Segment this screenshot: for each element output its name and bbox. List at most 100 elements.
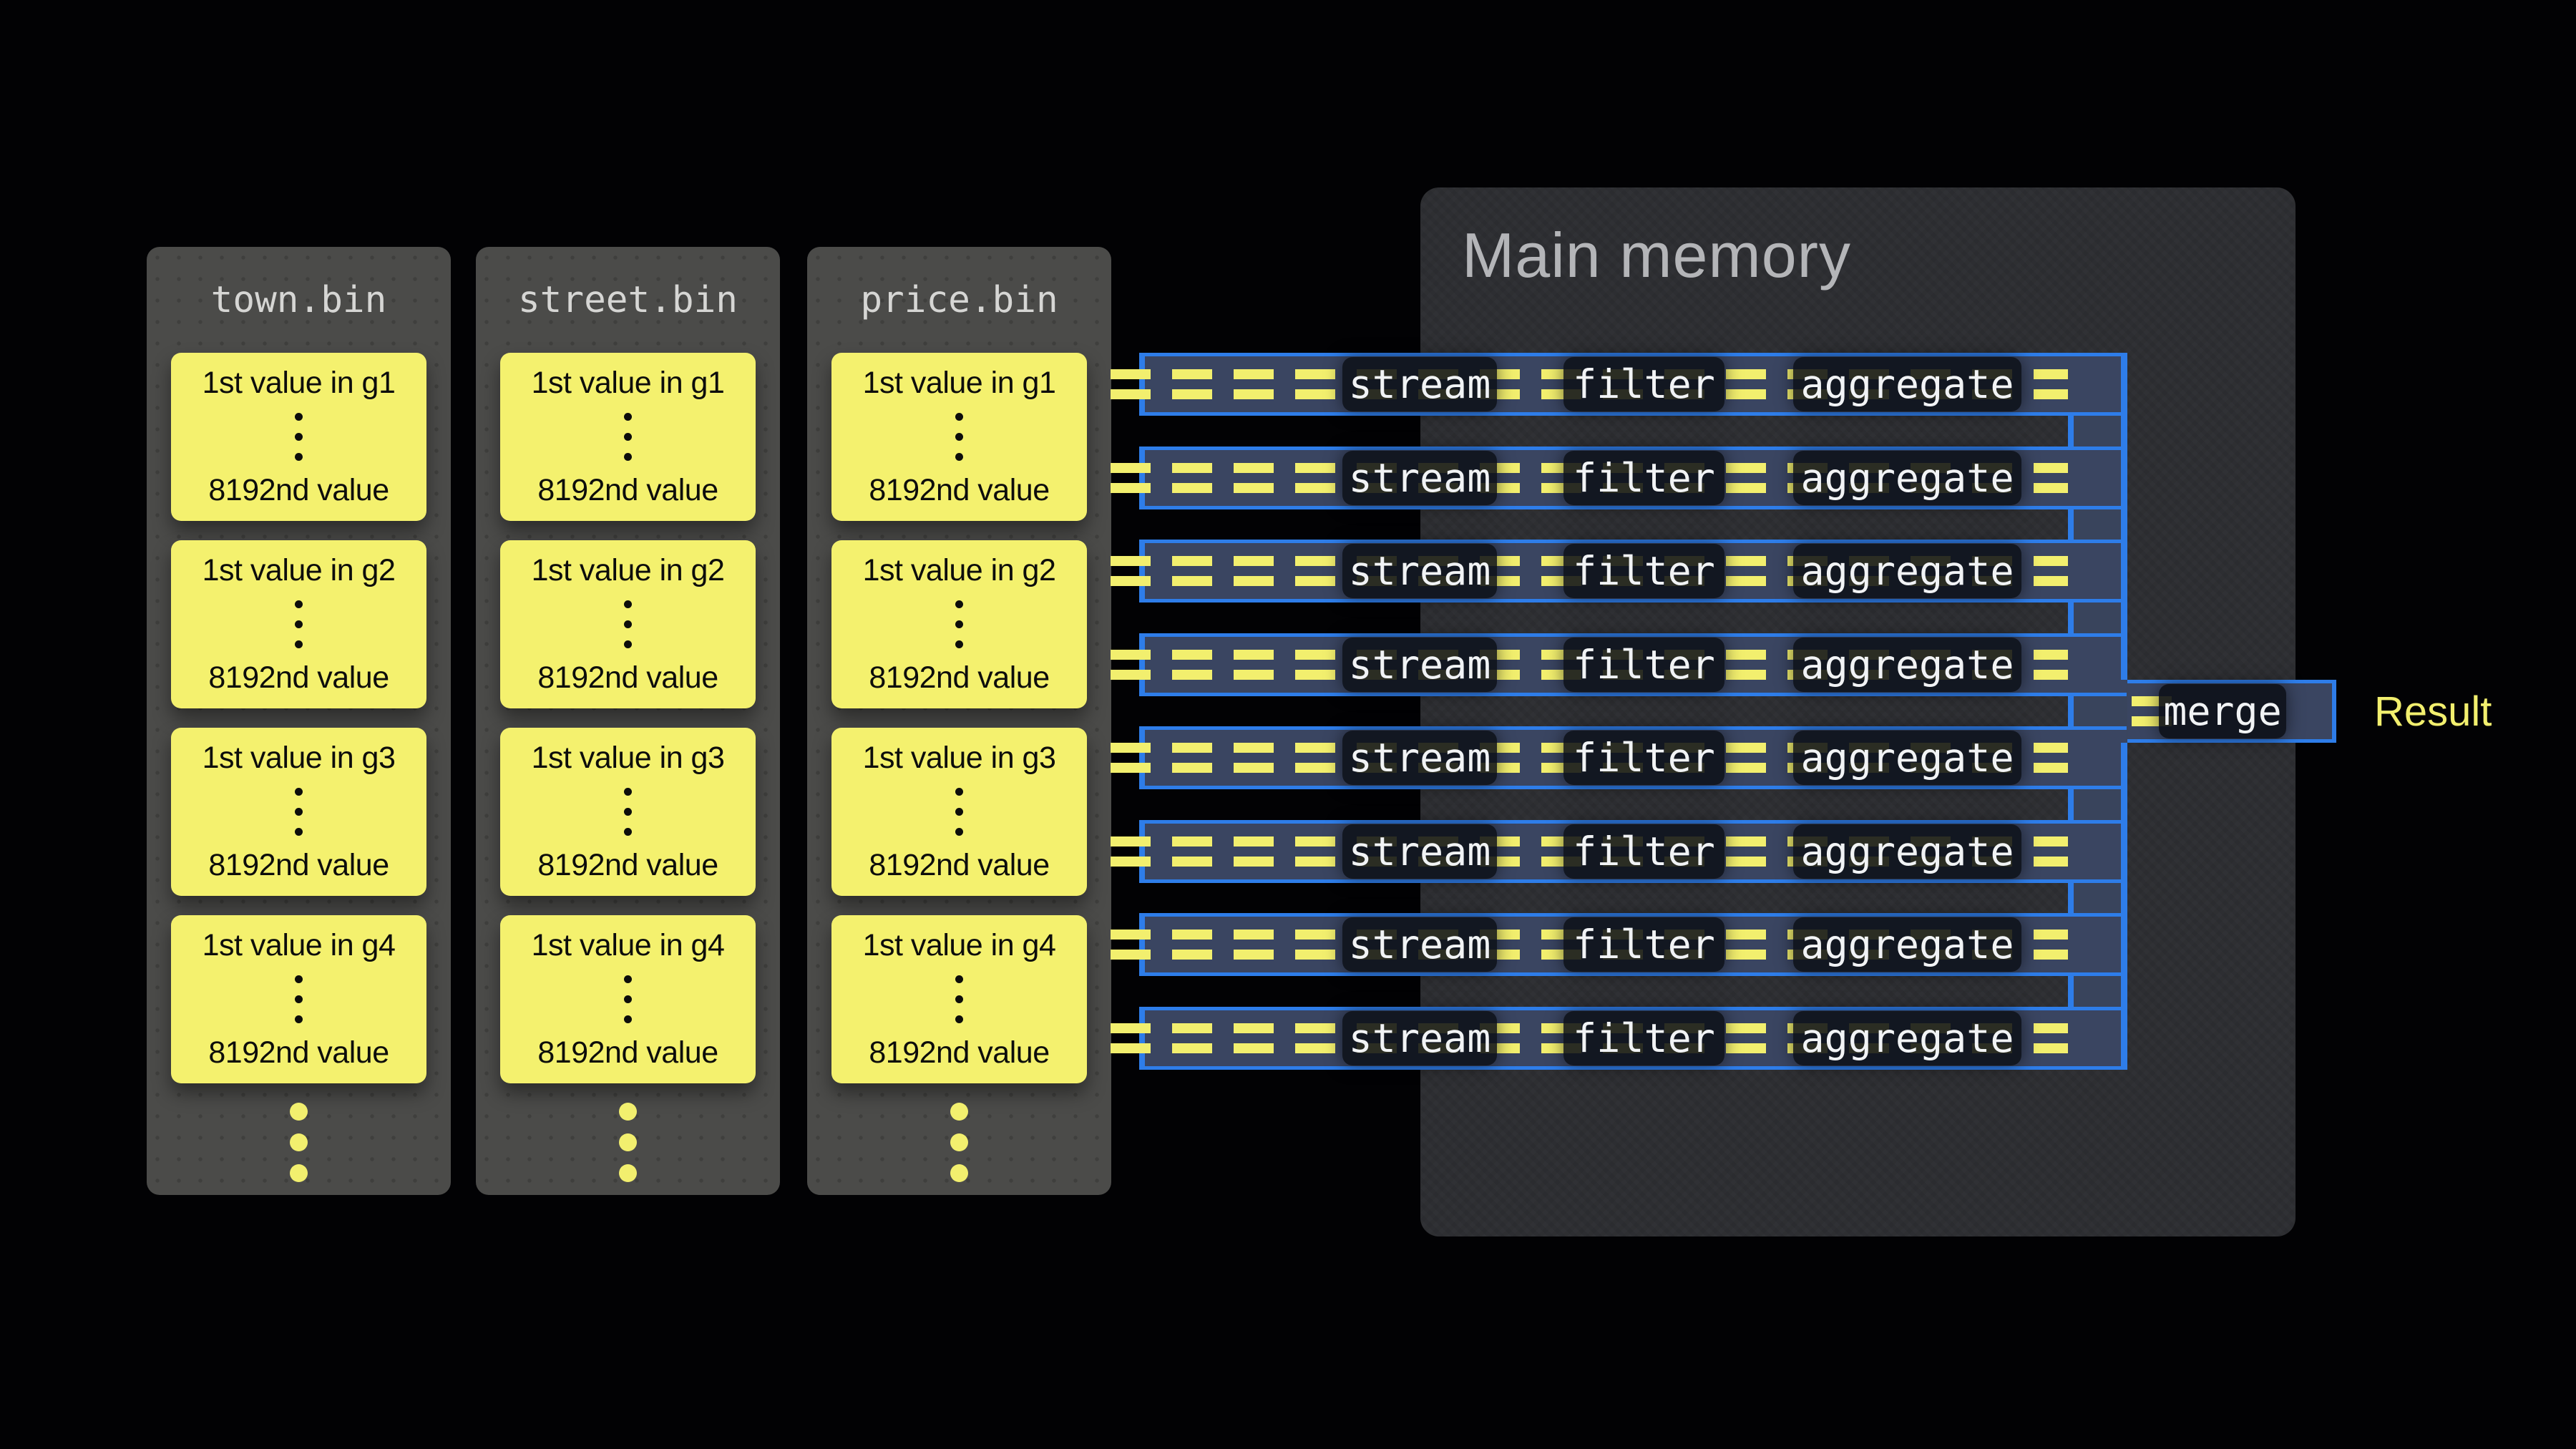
ellipsis-dot <box>950 1103 968 1121</box>
stage-chip-filter: filter <box>1563 544 1724 598</box>
stage-chip-filter: filter <box>1563 917 1724 972</box>
granule-first-value: 1st value in g1 <box>203 366 396 401</box>
ellipsis-dot <box>950 1133 968 1151</box>
stage-chip-filter: filter <box>1563 824 1724 879</box>
ellipsis-dot <box>624 1015 632 1023</box>
ellipsis-dot <box>624 828 632 836</box>
granule-box: 1st value in g2 8192nd value <box>500 540 756 708</box>
ellipsis-dot <box>955 413 963 421</box>
granule-last-value: 8192nd value <box>537 660 718 696</box>
ellipsis-dot <box>955 1015 963 1023</box>
ellipsis-dot <box>955 828 963 836</box>
stream-lane: streamfilteraggregate <box>1139 913 2127 976</box>
ellipsis-dot <box>955 975 963 983</box>
vertical-ellipsis <box>295 600 303 648</box>
granule-last-value: 8192nd value <box>869 473 1049 508</box>
granule-last-value: 8192nd value <box>208 473 389 508</box>
stream-lane: streamfilteraggregate <box>1139 820 2127 883</box>
stage-chip-aggregate: aggregate <box>1793 824 2021 879</box>
stage-chip-merge: merge <box>2159 684 2286 738</box>
vertical-ellipsis <box>955 975 963 1023</box>
granule-first-value: 1st value in g2 <box>532 553 725 588</box>
stage-chip-aggregate: aggregate <box>1793 357 2021 411</box>
ellipsis-dot <box>624 453 632 461</box>
ellipsis-dot <box>624 600 632 608</box>
merge-lane: merge <box>2127 680 2336 743</box>
granule-box: 1st value in g18192nd value <box>500 353 756 521</box>
vertical-ellipsis <box>955 413 963 461</box>
stage-chip-filter: filter <box>1563 638 1724 692</box>
stage-chip-stream: stream <box>1342 731 1497 785</box>
channel-edge-segment <box>2068 881 2074 915</box>
granule-box: 1st value in g4 8192nd value <box>831 915 1087 1083</box>
more-granules-ellipsis <box>807 1103 1111 1182</box>
ellipsis-dot <box>295 828 303 836</box>
channel-edge-segment <box>2068 507 2074 542</box>
ellipsis-dot <box>295 413 303 421</box>
stage-chip-stream: stream <box>1342 544 1497 598</box>
channel-edge-segment <box>2068 600 2074 635</box>
channel-edge-segment <box>2068 787 2074 821</box>
ellipsis-dot <box>295 975 303 983</box>
granule-first-value: 1st value in g3 <box>532 741 725 776</box>
granule-first-value: 1st value in g3 <box>863 741 1056 776</box>
stage-chip-aggregate: aggregate <box>1793 544 2021 598</box>
ellipsis-dot <box>955 620 963 628</box>
result-label: Result <box>2374 680 2492 743</box>
ellipsis-dot <box>295 600 303 608</box>
granule-first-value: 1st value in g4 <box>863 928 1056 963</box>
ellipsis-dot <box>624 808 632 816</box>
granule-first-value: 1st value in g4 <box>203 928 396 963</box>
ellipsis-dot <box>950 1164 968 1182</box>
main-memory-title: Main memory <box>1462 219 1851 292</box>
ellipsis-dot <box>624 995 632 1003</box>
ellipsis-dot <box>955 453 963 461</box>
vertical-ellipsis <box>624 788 632 836</box>
file-name: town.bin <box>147 247 451 353</box>
ellipsis-dot <box>295 620 303 628</box>
granule-box: 1st value in g1 8192nd value <box>171 353 426 521</box>
granule-first-value: 1st value in g4 <box>532 928 725 963</box>
granule-last-value: 8192nd value <box>208 1035 389 1070</box>
stage-chip-aggregate: aggregate <box>1793 731 2021 785</box>
vertical-ellipsis <box>955 788 963 836</box>
ellipsis-dot <box>619 1164 637 1182</box>
file-column: street.bin1st value in g18192nd value1st… <box>476 247 780 1195</box>
stream-lane: streamfilteraggregate <box>1139 447 2127 509</box>
ellipsis-dot <box>295 640 303 648</box>
collector-bus-upper <box>2121 353 2127 680</box>
stage-chip-stream: stream <box>1342 638 1497 692</box>
granule-last-value: 8192nd value <box>208 848 389 883</box>
vertical-ellipsis <box>624 975 632 1023</box>
stream-lane: stream filter aggregate <box>1139 540 2127 602</box>
file-column: town.bin1st value in g18192nd value1st v… <box>147 247 451 1195</box>
ellipsis-dot <box>955 995 963 1003</box>
ellipsis-dot <box>624 413 632 421</box>
ellipsis-dot <box>955 788 963 796</box>
ellipsis-dot <box>290 1164 308 1182</box>
more-granules-ellipsis <box>147 1103 451 1182</box>
ellipsis-dot <box>955 600 963 608</box>
granule-box: 1st value in g18192nd value <box>831 353 1087 521</box>
granule-last-value: 8192nd value <box>537 848 718 883</box>
stage-chip-aggregate: aggregate <box>1793 917 2021 972</box>
ellipsis-dot <box>955 808 963 816</box>
granule-last-value: 8192nd value <box>537 473 718 508</box>
stage-chip-stream: stream <box>1342 357 1497 411</box>
stream-lane: streamfilteraggregate <box>1139 726 2127 789</box>
granule-last-value: 8192nd value <box>869 1035 1049 1070</box>
granule-box: 1st value in g3 8192nd value <box>500 728 756 896</box>
ellipsis-dot <box>619 1133 637 1151</box>
ellipsis-dot <box>624 975 632 983</box>
file-name: price.bin <box>807 247 1111 353</box>
ellipsis-dot <box>290 1103 308 1121</box>
stage-chip-aggregate: aggregate <box>1793 1011 2021 1065</box>
pipeline-region: stream filter aggregate stream filter aggrega… <box>1139 353 2336 1070</box>
stream-lane: streamfilteraggregate <box>1139 633 2127 696</box>
channel-edge-segment <box>2068 694 2074 728</box>
granule-last-value: 8192nd value <box>537 1035 718 1070</box>
ellipsis-dot <box>955 433 963 441</box>
ellipsis-dot <box>624 788 632 796</box>
granule-box: 1st value in g28192nd value <box>831 540 1087 708</box>
more-granules-ellipsis <box>476 1103 780 1182</box>
